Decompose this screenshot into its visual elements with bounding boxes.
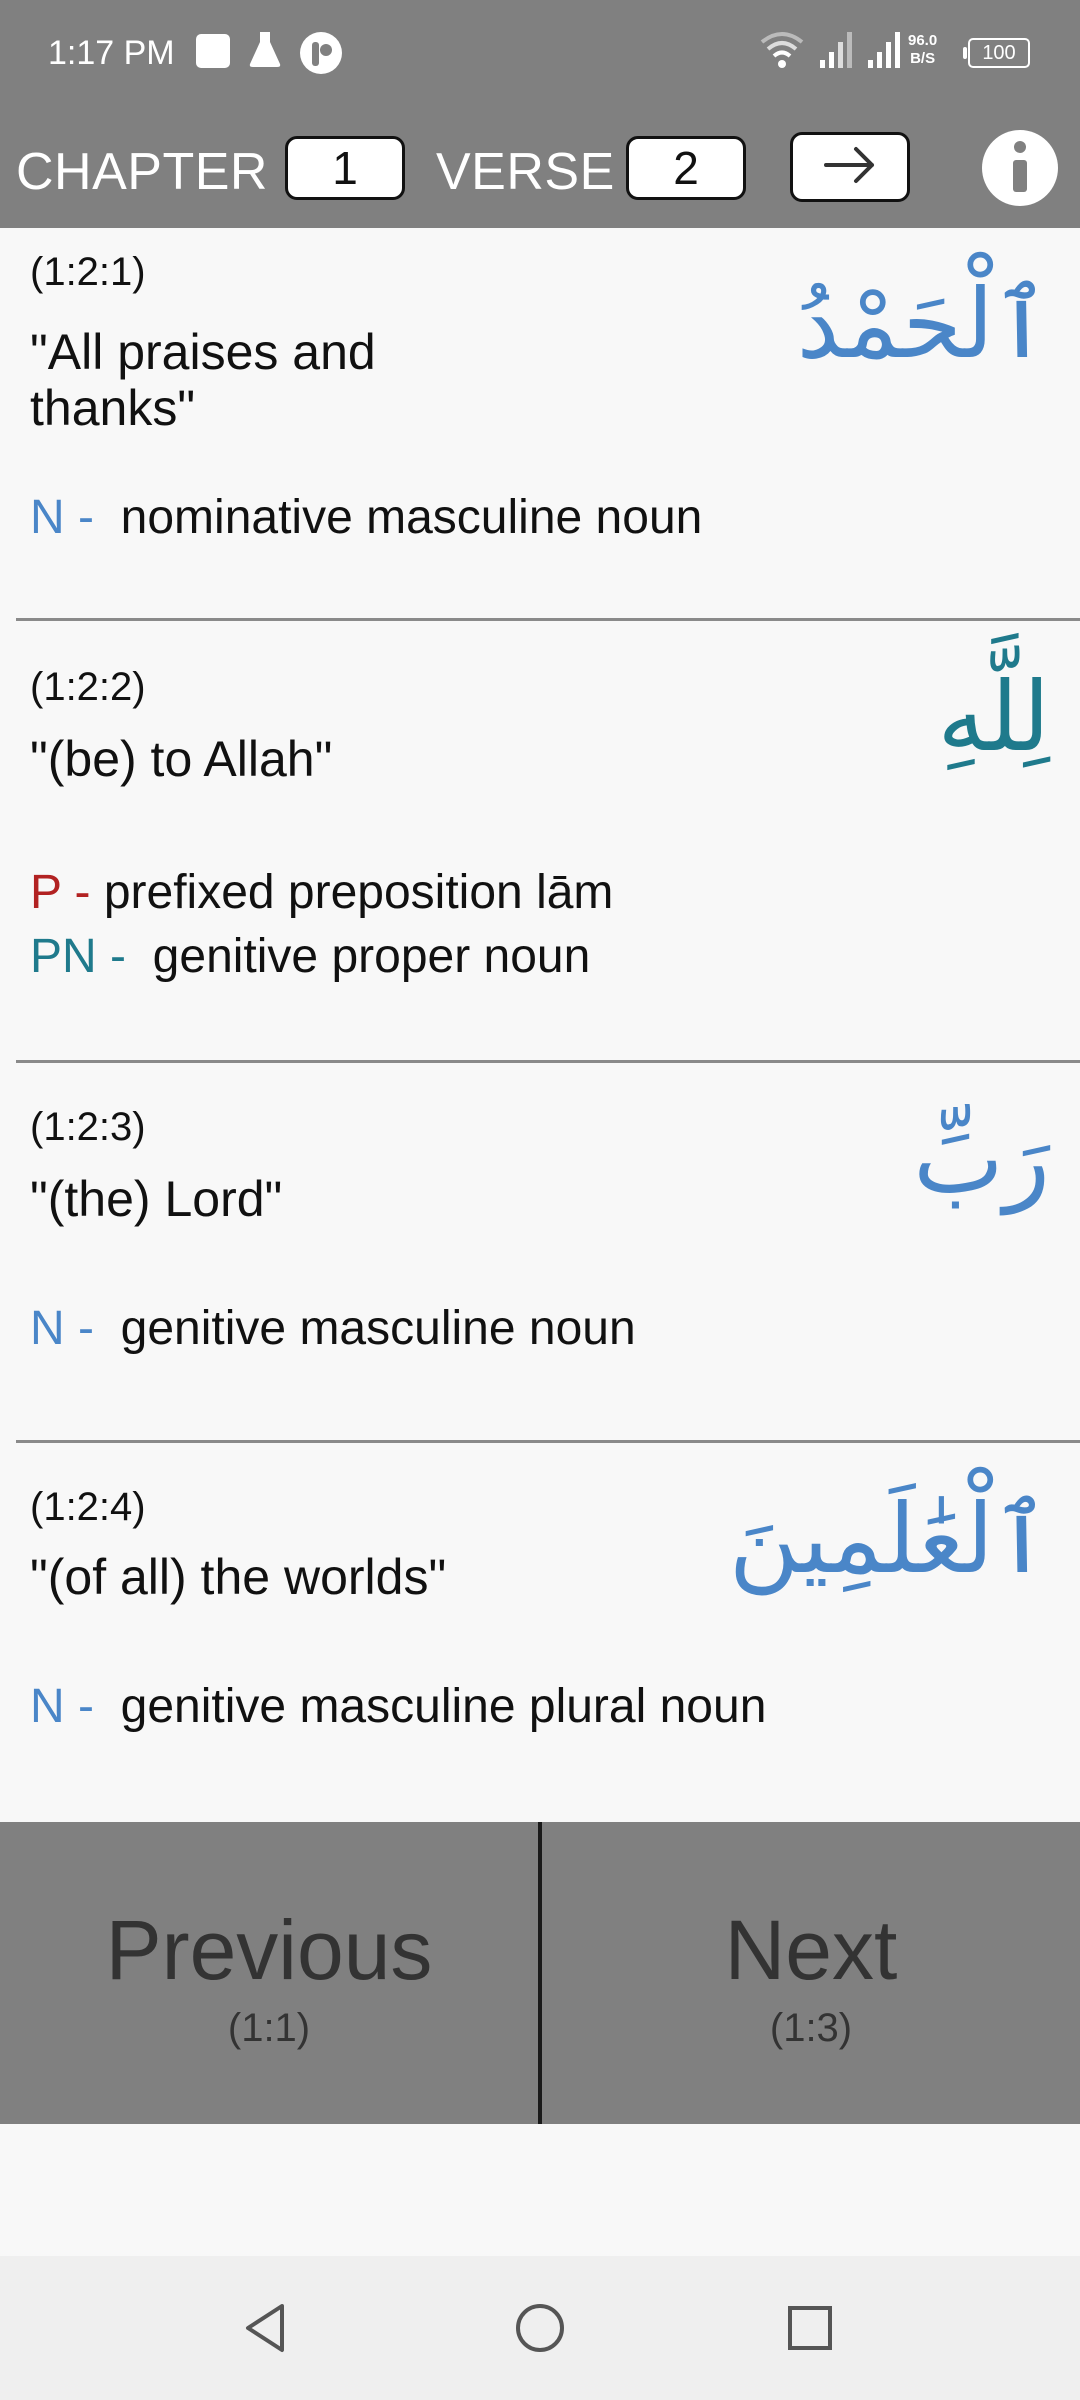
word-arabic: ٱلْعَٰلَمِينَ bbox=[728, 1483, 1050, 1595]
grammar-tag: N - genitive masculine noun bbox=[30, 1301, 636, 1356]
verse-navigation: Previous (1:1) Next (1:3) bbox=[0, 1822, 1080, 2124]
chapter-input[interactable]: 1 bbox=[285, 136, 405, 200]
word-translation: "(the) Lord" bbox=[30, 1171, 283, 1227]
word-reference: (1:2:1) bbox=[30, 250, 146, 294]
word-translation: "All praises and thanks" bbox=[30, 324, 376, 436]
grammar-tag: PN - genitive proper noun bbox=[30, 929, 590, 984]
tag-code: N - bbox=[30, 491, 94, 544]
tag-description: genitive masculine noun bbox=[120, 1302, 636, 1355]
tag-description: nominative masculine noun bbox=[120, 491, 703, 544]
word-reference: (1:2:4) bbox=[30, 1485, 146, 1529]
verse-input[interactable]: 2 bbox=[626, 136, 746, 200]
previous-button[interactable]: Previous (1:1) bbox=[0, 1822, 538, 2124]
tag-code: P - bbox=[30, 866, 91, 919]
chapter-label: CHAPTER bbox=[16, 143, 268, 201]
go-button[interactable] bbox=[790, 132, 910, 202]
divider bbox=[16, 1060, 1080, 1063]
signal-icon bbox=[866, 28, 902, 76]
tag-code: N - bbox=[30, 1680, 94, 1733]
system-navigation-bar bbox=[0, 2256, 1080, 2400]
divider bbox=[16, 1440, 1080, 1443]
flask-icon bbox=[248, 30, 282, 72]
net-speed-unit: B/S bbox=[910, 50, 936, 67]
home-icon[interactable] bbox=[512, 2298, 568, 2362]
tag-description: genitive masculine plural noun bbox=[120, 1680, 767, 1733]
tag-code: N - bbox=[30, 1302, 94, 1355]
word-arabic: لِلَّهِ bbox=[937, 661, 1051, 773]
status-time: 1:17 PM bbox=[48, 34, 175, 72]
next-button[interactable]: Next (1:3) bbox=[542, 1822, 1080, 2124]
toolbar: CHAPTER 1 VERSE 2 bbox=[0, 108, 1080, 228]
word-reference: (1:2:3) bbox=[30, 1105, 146, 1149]
verse-label: VERSE bbox=[436, 143, 615, 201]
grammar-tag: N - genitive masculine plural noun bbox=[30, 1679, 766, 1734]
word-reference: (1:2:2) bbox=[30, 665, 146, 709]
back-icon[interactable] bbox=[240, 2298, 290, 2362]
previous-reference: (1:1) bbox=[227, 2006, 311, 2050]
next-reference: (1:3) bbox=[769, 2006, 853, 2050]
notification-square-icon bbox=[196, 34, 230, 68]
tag-description: genitive proper noun bbox=[152, 930, 591, 983]
arrow-right-icon bbox=[822, 145, 878, 189]
grammar-tag: N - nominative masculine noun bbox=[30, 490, 702, 545]
tag-code: PN - bbox=[30, 930, 126, 983]
status-bar: 1:17 PM 96.0 B/S 100 bbox=[0, 0, 1080, 108]
wifi-icon bbox=[758, 28, 806, 76]
signal-icon bbox=[818, 28, 854, 76]
net-speed-value: 96.0 bbox=[908, 32, 938, 49]
grammar-tag: P - prefixed preposition lām bbox=[30, 865, 613, 920]
tag-description: prefixed preposition lām bbox=[103, 866, 614, 919]
next-label: Next bbox=[724, 1903, 898, 1997]
word-arabic: رَبِّ bbox=[913, 1103, 1050, 1215]
word-translation: "(be) to Allah" bbox=[30, 731, 333, 787]
battery-indicator: 100 bbox=[963, 38, 1030, 68]
divider bbox=[16, 618, 1080, 621]
app-circle-icon bbox=[298, 30, 344, 80]
recents-icon[interactable] bbox=[784, 2298, 836, 2362]
net-speed: 96.0 B/S bbox=[908, 32, 937, 68]
info-button[interactable] bbox=[982, 130, 1058, 206]
word-arabic: ٱلْحَمْدُ bbox=[796, 268, 1050, 380]
word-translation: "(of all) the worlds" bbox=[30, 1549, 447, 1605]
previous-label: Previous bbox=[105, 1903, 433, 1997]
info-icon bbox=[1000, 138, 1040, 198]
